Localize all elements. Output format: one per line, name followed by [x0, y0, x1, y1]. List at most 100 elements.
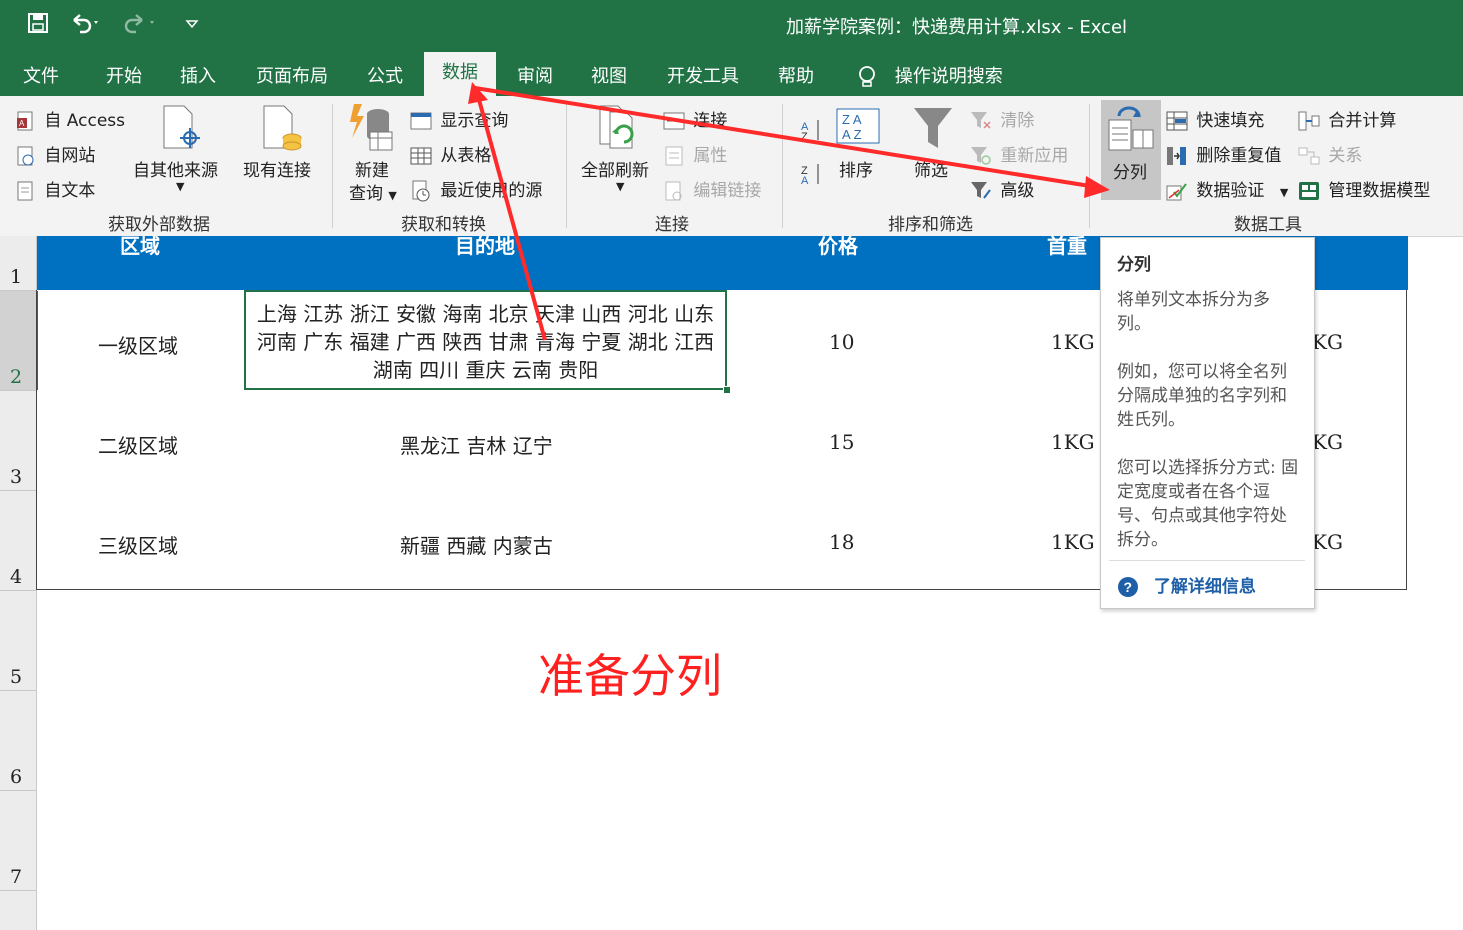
from-text-button[interactable]: 自文本: [16, 176, 95, 202]
fill-handle[interactable]: [723, 386, 731, 394]
data-validation-icon: [1166, 183, 1187, 201]
flash-fill-label: 快速填充: [1196, 111, 1265, 131]
relationships-button[interactable]: 关系: [1298, 141, 1362, 167]
header-price[interactable]: 价格: [818, 230, 858, 259]
edit-links-button[interactable]: 编辑链接: [663, 176, 761, 202]
learn-more-link[interactable]: ? 了解详细信息: [1117, 572, 1256, 598]
group-label-connections: 连接: [655, 215, 689, 235]
manage-data-model-label: 管理数据模型: [1328, 181, 1431, 201]
clear-filter-button[interactable]: 清除: [970, 106, 1034, 132]
clear-filter-label: 清除: [1000, 111, 1035, 131]
text-to-columns-button[interactable]: 分列: [1101, 100, 1161, 200]
cell-region[interactable]: 二级区域: [98, 430, 178, 459]
cell-destination[interactable]: 新疆 西藏 内蒙古: [400, 530, 553, 559]
cell-region[interactable]: 三级区域: [98, 530, 178, 559]
cell-price[interactable]: 10: [829, 330, 854, 354]
tab-help[interactable]: 帮助: [778, 62, 814, 88]
from-other-sources-button[interactable]: 自其他来源: [133, 156, 218, 181]
svg-text:Z: Z: [801, 131, 808, 143]
relationships-label: 关系: [1328, 146, 1363, 166]
tell-me-search[interactable]: 操作说明搜索: [856, 62, 1003, 89]
recent-sources-label: 最近使用的源: [440, 181, 543, 201]
cell-first-weight[interactable]: 1KG: [1051, 430, 1095, 454]
cell-extra[interactable]: KG: [1312, 530, 1343, 554]
tab-developer[interactable]: 开发工具: [667, 62, 739, 88]
advanced-filter-button[interactable]: 高级: [970, 176, 1034, 202]
ribbon-separator: [782, 104, 783, 228]
cell-extra[interactable]: KG: [1312, 430, 1343, 454]
from-web-button[interactable]: 自网站: [16, 141, 95, 167]
from-table-button[interactable]: 从表格: [410, 141, 491, 167]
row-divider: [0, 590, 36, 591]
new-query-button[interactable]: 新建: [355, 156, 389, 181]
svg-text:A: A: [801, 175, 809, 186]
cell-price[interactable]: 15: [829, 430, 854, 454]
tab-insert[interactable]: 插入: [180, 62, 216, 88]
edit-links-label: 编辑链接: [693, 181, 762, 201]
cell-extra[interactable]: KG: [1312, 330, 1343, 354]
tell-me-label: 操作说明搜索: [894, 66, 1003, 87]
selected-cell[interactable]: 上海 江苏 浙江 安徽 海南 北京 天津 山西 河北 山东 河南 广东 福建 广…: [244, 290, 727, 390]
data-validation-button[interactable]: 数据验证 ▼: [1166, 176, 1288, 202]
cell-first-weight[interactable]: 1KG: [1051, 330, 1095, 354]
row-number[interactable]: 3: [10, 466, 22, 488]
undo-icon[interactable]: [68, 12, 102, 39]
reapply-button[interactable]: 重新应用: [970, 141, 1068, 167]
chevron-down-icon: ▼: [1279, 186, 1289, 199]
show-queries-button[interactable]: 显示查询: [410, 106, 508, 132]
from-access-button[interactable]: A 自 Access: [16, 106, 125, 132]
filter-label: 筛选: [914, 161, 948, 181]
consolidate-button[interactable]: 合并计算: [1298, 106, 1396, 132]
manage-data-model-button[interactable]: 管理数据模型: [1298, 176, 1430, 202]
tab-home[interactable]: 开始: [106, 62, 142, 88]
row-number[interactable]: 6: [10, 766, 22, 788]
flash-fill-button[interactable]: 快速填充: [1166, 106, 1264, 132]
row-number[interactable]: 4: [10, 566, 22, 588]
row-number[interactable]: 2: [10, 366, 22, 388]
svg-text:Z A: Z A: [842, 112, 862, 127]
redo-icon[interactable]: [122, 12, 156, 39]
header-region[interactable]: 区域: [120, 230, 160, 259]
relationships-icon: [1298, 147, 1320, 165]
ribbon-separator: [1089, 104, 1090, 228]
tooltip-description: 将单列文本拆分为多列。: [1117, 290, 1270, 334]
tab-file[interactable]: 文件: [23, 62, 59, 88]
cell-region[interactable]: 一级区域: [98, 330, 178, 359]
consolidate-label: 合并计算: [1328, 111, 1397, 131]
row-number[interactable]: 7: [10, 866, 22, 888]
sort-button[interactable]: 排序: [839, 156, 873, 181]
cell-destination[interactable]: 黑龙江 吉林 辽宁: [400, 430, 553, 459]
header-destination[interactable]: 目的地: [455, 230, 515, 259]
show-queries-icon: [410, 112, 432, 130]
tab-view[interactable]: 视图: [591, 62, 627, 88]
recent-sources-button[interactable]: 最近使用的源: [410, 176, 542, 202]
access-icon: A: [17, 111, 33, 131]
filter-button[interactable]: 筛选: [914, 156, 948, 181]
window-title: 加薪学院案例：快递费用计算.xlsx - Excel: [786, 17, 1128, 38]
header-first-weight[interactable]: 首重: [1047, 230, 1087, 259]
refresh-all-button[interactable]: 全部刷新: [581, 156, 649, 181]
save-icon[interactable]: [27, 12, 49, 39]
tab-page-layout[interactable]: 页面布局: [256, 62, 328, 88]
learn-more-label: 了解详细信息: [1153, 577, 1256, 597]
reapply-icon: [971, 147, 991, 165]
sort-az-icon: AZZA: [801, 120, 819, 186]
tab-review[interactable]: 审阅: [517, 62, 553, 88]
tab-formulas[interactable]: 公式: [367, 62, 403, 88]
data-model-icon: [1299, 182, 1319, 200]
svg-text:A Z: A Z: [842, 127, 862, 142]
row-number[interactable]: 1: [10, 266, 22, 288]
existing-connections-button[interactable]: 现有连接: [243, 156, 311, 181]
row-number[interactable]: 5: [10, 666, 22, 688]
connections-button[interactable]: 连接: [663, 106, 727, 132]
remove-duplicates-button[interactable]: 删除重复值: [1166, 141, 1281, 167]
new-query-button-2[interactable]: 查询 ▼: [349, 179, 397, 204]
existing-connections-label: 现有连接: [243, 161, 311, 181]
tooltip-text-to-columns: 分列 将单列文本拆分为多列。 例如，您可以将全名列分隔成单独的名字列和姓氏列。 …: [1100, 237, 1315, 609]
cell-price[interactable]: 18: [829, 530, 854, 554]
tab-data[interactable]: 数据: [424, 52, 496, 96]
properties-button[interactable]: 属性: [663, 141, 727, 167]
cell-first-weight[interactable]: 1KG: [1051, 530, 1095, 554]
new-query-icon: [350, 104, 393, 151]
customize-qat-icon[interactable]: [184, 12, 200, 39]
